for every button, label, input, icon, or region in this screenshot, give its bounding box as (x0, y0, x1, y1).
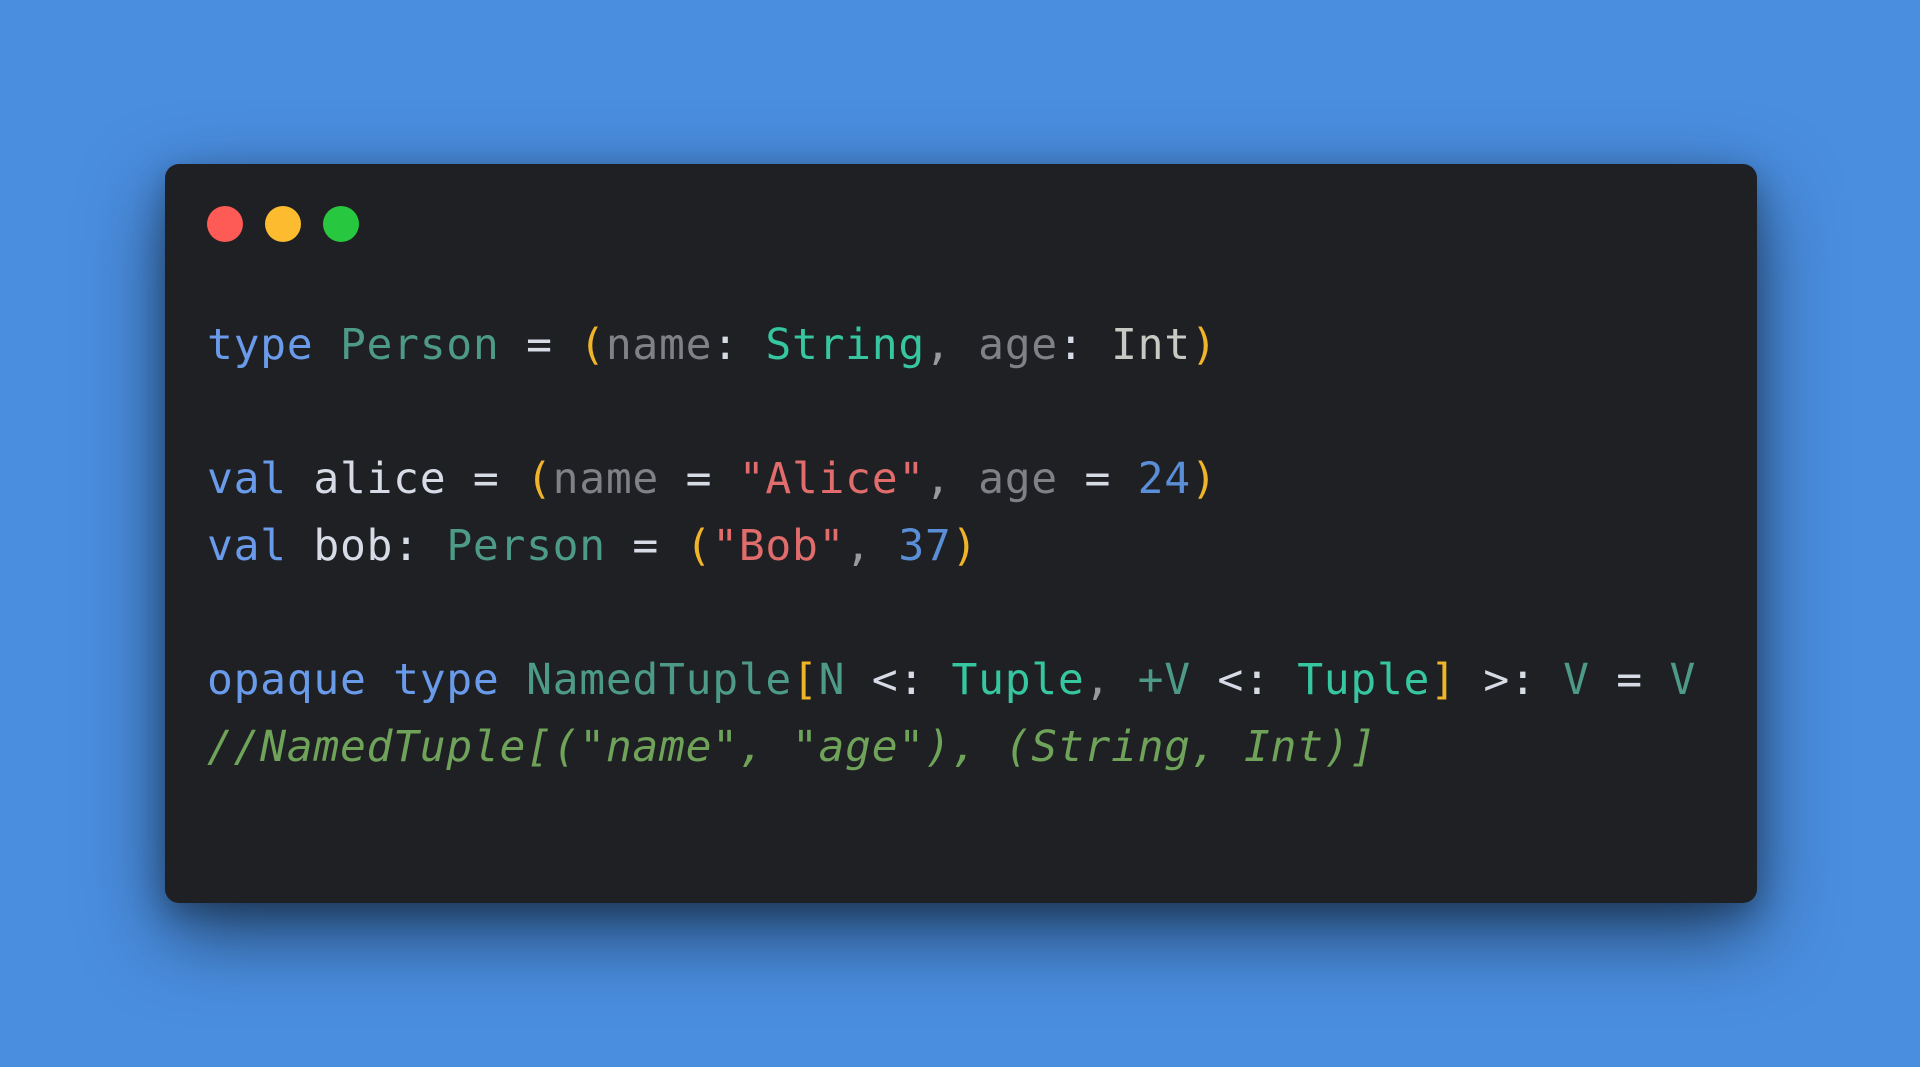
code-token: type (393, 655, 500, 705)
code-token: ) (951, 521, 979, 571)
code-token: age (978, 454, 1058, 504)
code-token: ( (579, 320, 606, 370)
code-token: ) (1190, 454, 1218, 504)
maximize-dot-icon[interactable] (323, 206, 359, 242)
code-token: Tuple (951, 655, 1085, 705)
code-token: age (978, 320, 1058, 370)
code-token: 24 (1137, 454, 1191, 504)
code-token: ( (526, 454, 553, 504)
code-token: : (712, 320, 766, 370)
code-token: +V (1137, 655, 1191, 705)
code-token: V (1563, 655, 1590, 705)
minimize-dot-icon[interactable] (265, 206, 301, 242)
code-token: "Bob" (712, 521, 846, 571)
code-token: = (1589, 655, 1670, 705)
code-token: , (1084, 655, 1138, 705)
code-token: val (207, 454, 287, 504)
code-token: ) (1190, 320, 1218, 370)
code-token: Person (446, 521, 606, 571)
code-token: N (818, 655, 846, 705)
code-window: type Person = (name: String, age: Int) va… (165, 164, 1757, 903)
code-token: Person (339, 320, 500, 370)
code-token: Tuple (1297, 655, 1431, 705)
code-token: <: (845, 655, 952, 705)
code-token: "Alice" (738, 454, 925, 504)
code-token: ] (1430, 655, 1457, 705)
code-token: = (446, 454, 527, 504)
code-block: type Person = (name: String, age: Int) va… (207, 312, 1696, 781)
code-line: val alice = (name = "Alice", age = 24) (207, 446, 1696, 513)
code-comment: //NamedTuple[("name", "age"), (String, I… (207, 722, 1377, 772)
code-token: String (765, 320, 925, 370)
code-line: //NamedTuple[("name", "age"), (String, I… (207, 714, 1696, 781)
code-token: , (924, 320, 979, 370)
code-token: <: (1190, 655, 1298, 705)
close-dot-icon[interactable] (207, 206, 243, 242)
window-controls (207, 206, 359, 242)
code-token: val (207, 521, 287, 571)
code-token: name (605, 320, 713, 370)
code-token: = (499, 320, 580, 370)
code-token: [ (791, 655, 819, 705)
code-token: V (1669, 655, 1697, 705)
code-token: name (552, 454, 660, 504)
code-token: alice (313, 454, 447, 504)
code-token: = (659, 454, 739, 504)
code-token: , (924, 454, 979, 504)
code-line: opaque type NamedTuple[N <: Tuple, +V <:… (207, 647, 1696, 714)
code-token: type (207, 320, 314, 370)
code-token: = (1057, 454, 1138, 504)
code-token: : (393, 521, 447, 571)
code-line: type Person = (name: String, age: Int) (207, 312, 1696, 379)
code-token: = (605, 521, 686, 571)
code-token: NamedTuple (526, 655, 792, 705)
code-token: opaque (207, 655, 367, 705)
code-token: , (845, 521, 899, 571)
code-line: val bob: Person = ("Bob", 37) (207, 513, 1696, 580)
code-token: 37 (898, 521, 952, 571)
code-token: : (1057, 320, 1112, 370)
code-token: bob (313, 521, 394, 571)
code-token: >: (1456, 655, 1564, 705)
code-token: ( (685, 521, 713, 571)
code-token: Int (1111, 320, 1191, 370)
